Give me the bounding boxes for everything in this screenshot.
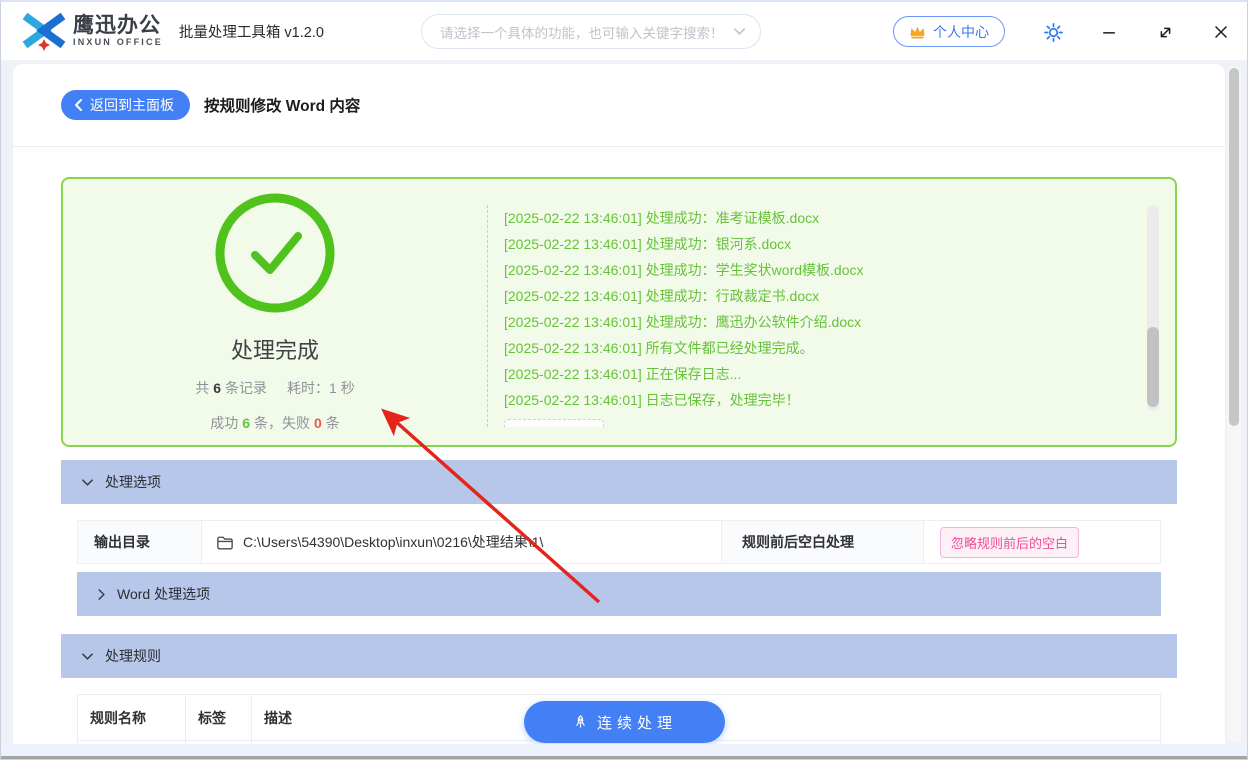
chevron-right-icon — [97, 588, 106, 601]
page-toolbar: 返回到主面板 按规则修改 Word 内容 — [13, 64, 1225, 147]
section-title-options: 处理选项 — [105, 472, 161, 492]
result-panel: 处理完成 共6条记录耗时：1 秒 成功6条，失败0条 [2025-02-22 1… — [61, 177, 1177, 447]
continue-processing-button[interactable]: 连续处理 — [524, 701, 725, 743]
success-suffix: 条， — [254, 415, 282, 431]
section-title-word-options: Word 处理选项 — [117, 584, 210, 604]
log-entry: [2025-02-22 13:46:01] 处理成功：鹰迅办公软件介绍.docx — [504, 309, 1175, 335]
export-log-button[interactable]: 导出日志 — [504, 419, 604, 427]
log-list: [2025-02-22 13:46:01] 处理成功：准考证模板.docx[20… — [504, 205, 1175, 413]
window-scrollbar-track[interactable] — [1227, 66, 1241, 743]
log-entry: [2025-02-22 13:46:01] 处理成功：银河系.docx — [504, 231, 1175, 257]
output-dir-path: C:\Users\54390\Desktop\inxun\0216\处理结果\1… — [243, 532, 543, 552]
user-center-label: 个人中心 — [933, 22, 989, 42]
crown-icon — [909, 25, 926, 39]
log-scrollbar-thumb[interactable] — [1147, 327, 1159, 407]
total-prefix: 共 — [195, 380, 209, 396]
section-header-options[interactable]: 处理选项 — [61, 460, 1177, 504]
log-scrollbar-track[interactable] — [1147, 205, 1159, 411]
success-label: 成功 — [210, 415, 238, 431]
search-placeholder: 请选择一个具体的功能，也可输入关键字搜索！ — [440, 22, 733, 42]
elapsed-time: 耗时：1 秒 — [287, 380, 355, 396]
app-window: 鹰迅办公 INXUN OFFICE 批量处理工具箱 v1.2.0 请选择一个具体… — [0, 0, 1248, 760]
log-entry: [2025-02-22 13:46:01] 处理成功：准考证模板.docx — [504, 205, 1175, 231]
rules-column-header: 规则名称 — [78, 695, 186, 740]
window-bottom-edge — [1, 756, 1247, 759]
settings-button[interactable] — [1037, 16, 1069, 48]
maximize-button[interactable] — [1149, 16, 1181, 48]
success-fail-summary: 成功6条，失败0条 — [210, 413, 340, 433]
whitespace-tag[interactable]: 忽略规则前后的空白 — [940, 527, 1079, 558]
options-section-body: 输出目录 C:\Users\54390\Desktop\inxun\0216\处… — [61, 504, 1177, 632]
record-summary: 共6条记录 耗时：1 秒 — [195, 378, 354, 398]
window-scrollbar-thumb[interactable] — [1229, 68, 1239, 426]
brand-name-en: INXUN OFFICE — [73, 38, 163, 47]
whitespace-tag-cell: 忽略规则前后的空白 — [924, 521, 1160, 563]
output-dir-label: 输出目录 — [78, 521, 202, 563]
total-suffix: 条记录 — [225, 380, 267, 396]
log-entry: [2025-02-22 13:46:01] 正在保存日志... — [504, 361, 1175, 387]
gear-icon — [1043, 22, 1064, 43]
success-count: 6 — [242, 415, 250, 431]
brand-name-cn: 鹰迅办公 — [73, 15, 163, 36]
brand-x-icon — [21, 11, 67, 51]
bottom-bar — [1, 744, 1247, 756]
section-title-rules: 处理规则 — [105, 646, 161, 666]
page-title: 按规则修改 Word 内容 — [204, 94, 360, 116]
main-panel: 返回到主面板 按规则修改 Word 内容 处理完成 共6条记录耗时：1 秒 — [13, 64, 1225, 744]
chevron-down-icon — [733, 27, 746, 36]
back-button-label: 返回到主面板 — [90, 95, 174, 115]
folder-icon — [216, 535, 234, 550]
app-subtitle: 批量处理工具箱 v1.2.0 — [179, 21, 324, 42]
page-content: 处理完成 共6条记录耗时：1 秒 成功6条，失败0条 [2025-02-22 1… — [13, 147, 1225, 744]
whitespace-label: 规则前后空白处理 — [722, 521, 924, 563]
user-center-button[interactable]: 个人中心 — [893, 16, 1005, 47]
export-log-label: 导出日志 — [539, 425, 591, 427]
section-header-rules[interactable]: 处理规则 — [61, 634, 1177, 678]
section-header-word-options[interactable]: Word 处理选项 — [77, 572, 1161, 616]
success-check-icon — [213, 191, 337, 315]
rules-column-header: 标签 — [186, 695, 252, 740]
output-dir-value-cell[interactable]: C:\Users\54390\Desktop\inxun\0216\处理结果\1… — [202, 521, 722, 563]
result-summary: 处理完成 共6条记录耗时：1 秒 成功6条，失败0条 — [63, 179, 487, 445]
chevron-left-icon — [73, 98, 84, 112]
minimize-icon — [1099, 22, 1119, 42]
status-title: 处理完成 — [231, 333, 319, 365]
title-bar: 鹰迅办公 INXUN OFFICE 批量处理工具箱 v1.2.0 请选择一个具体… — [1, 2, 1247, 60]
function-search-select[interactable]: 请选择一个具体的功能，也可输入关键字搜索！ — [421, 14, 761, 49]
log-entry: [2025-02-22 13:46:01] 所有文件都已经处理完成。 — [504, 335, 1175, 361]
log-area: [2025-02-22 13:46:01] 处理成功：准考证模板.docx[20… — [487, 205, 1175, 427]
log-entry: [2025-02-22 13:46:01] 日志已保存，处理完毕！ — [504, 387, 1175, 413]
chevron-down-icon — [81, 652, 94, 661]
brand-text: 鹰迅办公 INXUN OFFICE — [73, 15, 163, 47]
log-entry: [2025-02-22 13:46:01] 处理成功：行政裁定书.docx — [504, 283, 1175, 309]
brand-logo: 鹰迅办公 INXUN OFFICE — [21, 11, 163, 51]
rocket-icon — [572, 714, 589, 731]
chevron-down-icon — [81, 478, 94, 487]
close-button[interactable] — [1205, 16, 1237, 48]
back-to-dashboard-button[interactable]: 返回到主面板 — [61, 90, 190, 120]
fail-count: 0 — [314, 415, 322, 431]
log-entry: [2025-02-22 13:46:01] 处理成功：学生奖状word模板.do… — [504, 257, 1175, 283]
close-icon — [1211, 22, 1231, 42]
fail-label: 失败 — [282, 415, 310, 431]
fail-suffix: 条 — [326, 415, 340, 431]
continue-button-label: 连续处理 — [597, 712, 677, 733]
total-count: 6 — [213, 380, 221, 396]
maximize-icon — [1156, 23, 1175, 42]
output-directory-row: 输出目录 C:\Users\54390\Desktop\inxun\0216\处… — [77, 520, 1161, 564]
minimize-button[interactable] — [1093, 16, 1125, 48]
